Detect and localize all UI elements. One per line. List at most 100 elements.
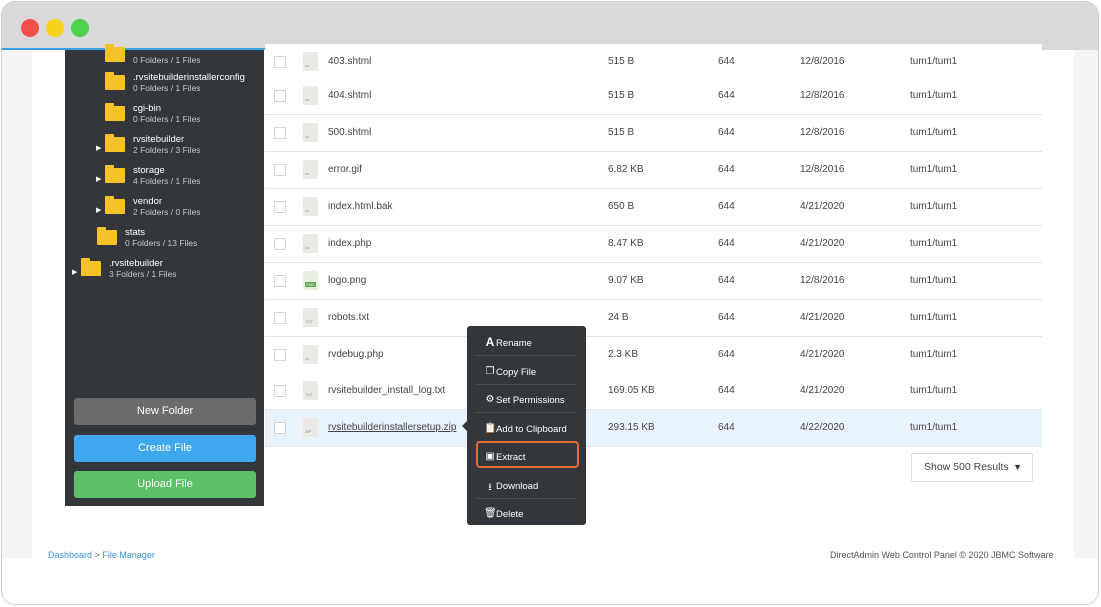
row-checkbox[interactable] xyxy=(274,201,286,213)
folder-tree-item[interactable]: cgi-bin 0 Folders / 1 Files xyxy=(105,103,255,133)
file-permissions: 644 xyxy=(718,385,735,396)
file-name[interactable]: error.gif xyxy=(328,164,362,175)
menu-item-rename[interactable]: A Rename xyxy=(467,328,586,356)
file-owner: tum1/tum1 xyxy=(910,385,958,396)
new-folder-button[interactable]: New Folder xyxy=(74,398,256,425)
expand-arrow-icon[interactable]: ▶ xyxy=(96,144,101,152)
menu-item-label: Add to Clipboard xyxy=(496,424,567,435)
row-checkbox[interactable] xyxy=(274,127,286,139)
row-checkbox[interactable] xyxy=(274,90,286,102)
file-size: 515 B xyxy=(608,56,635,67)
folder-tree-item[interactable]: .rvsitebuilderinstallerconfig 0 Folders … xyxy=(105,72,260,102)
row-checkbox[interactable] xyxy=(274,275,286,287)
folder-icon xyxy=(105,44,125,62)
row-checkbox[interactable] xyxy=(274,349,286,361)
expand-arrow-icon[interactable]: ▶ xyxy=(72,268,77,276)
results-per-page-select[interactable]: Show 500 Results ▼ xyxy=(911,453,1033,482)
file-icon: ••• xyxy=(303,234,318,253)
breadcrumb-separator: > xyxy=(94,550,100,560)
table-row[interactable]: ••• 403.shtml 515 B 644 12/8/2016 tum1/t… xyxy=(265,44,1042,81)
file-owner: tum1/tum1 xyxy=(910,56,958,67)
row-checkbox[interactable] xyxy=(274,238,286,250)
menu-item-label: Download xyxy=(496,481,539,492)
folder-icon xyxy=(105,196,125,214)
table-row-selected[interactable]: ZIP rvsitebuilderinstallersetup.zip 293.… xyxy=(265,410,1042,447)
table-row[interactable]: ••• index.php 8.47 KB 644 4/21/2020 tum1… xyxy=(265,226,1042,263)
file-name[interactable]: 403.shtml xyxy=(328,56,371,67)
expand-arrow-icon[interactable]: ▶ xyxy=(96,206,101,214)
row-checkbox[interactable] xyxy=(274,385,286,397)
table-row[interactable]: ••• 500.shtml 515 B 644 12/8/2016 tum1/t… xyxy=(265,115,1042,152)
file-permissions: 644 xyxy=(718,312,735,323)
text-file-icon: TXT xyxy=(303,381,318,400)
folder-tree-item[interactable]: 0 Folders / 1 Files xyxy=(105,44,255,74)
file-size: 293.15 KB xyxy=(608,422,655,433)
file-name[interactable]: rvdebug.php xyxy=(328,349,384,360)
minimize-window-button[interactable] xyxy=(46,19,64,37)
folder-name: stats xyxy=(125,227,146,238)
file-name[interactable]: index.php xyxy=(328,238,371,249)
file-owner: tum1/tum1 xyxy=(910,201,958,212)
row-checkbox[interactable] xyxy=(274,164,286,176)
folder-meta: 2 Folders / 0 Files xyxy=(133,207,201,217)
folder-meta: 2 Folders / 3 Files xyxy=(133,145,201,155)
copyright-text: DirectAdmin Web Control Panel © 2020 JBM… xyxy=(830,550,1054,560)
clipboard-icon: 📋 xyxy=(484,423,497,434)
file-name[interactable]: 500.shtml xyxy=(328,127,371,138)
file-owner: tum1/tum1 xyxy=(910,127,958,138)
file-icon: ••• xyxy=(303,52,318,71)
menu-divider xyxy=(476,412,577,413)
folder-tree-item[interactable]: ▶ .rvsitebuilder 3 Folders / 1 Files xyxy=(72,258,231,288)
menu-item-add-to-clipboard[interactable]: 📋 Add to Clipboard xyxy=(467,414,586,442)
folder-tree-item[interactable]: stats 0 Folders / 13 Files xyxy=(97,227,247,257)
menu-item-download[interactable]: ⭳ Download xyxy=(467,471,586,499)
file-name[interactable]: 404.shtml xyxy=(328,90,371,101)
folder-tree-item[interactable]: ▶ storage 4 Folders / 1 Files xyxy=(96,165,255,195)
table-row[interactable]: ••• 404.shtml 515 B 644 12/8/2016 tum1/t… xyxy=(265,78,1042,115)
create-file-button[interactable]: Create File xyxy=(74,435,256,462)
file-size: 2.3 KB xyxy=(608,349,639,360)
file-date: 12/8/2016 xyxy=(800,127,845,138)
row-checkbox[interactable] xyxy=(274,422,286,434)
table-row[interactable]: ••• index.html.bak 650 B 644 4/21/2020 t… xyxy=(265,189,1042,226)
expand-arrow-icon[interactable]: ▶ xyxy=(96,175,101,183)
menu-item-delete[interactable]: 🗑 Delete xyxy=(467,499,586,527)
folder-tree-item[interactable]: ▶ vendor 2 Folders / 0 Files xyxy=(96,196,255,226)
copy-icon: ❐ xyxy=(485,366,495,377)
file-date: 4/21/2020 xyxy=(800,385,845,396)
file-name[interactable]: rvsitebuilderinstallersetup.zip xyxy=(328,422,456,433)
file-date: 12/8/2016 xyxy=(800,275,845,286)
folder-tree-item[interactable]: ▶ rvsitebuilder 2 Folders / 3 Files xyxy=(96,134,255,164)
table-row[interactable]: TXT rvsitebuilder_install_log.txt 169.05… xyxy=(265,373,1042,410)
table-row[interactable]: ••• error.gif 6.82 KB 644 12/8/2016 tum1… xyxy=(265,152,1042,189)
folder-meta: 0 Folders / 1 Files xyxy=(133,55,201,65)
upload-file-button[interactable]: Upload File xyxy=(74,471,256,498)
table-row[interactable]: PNG logo.png 9.07 KB 644 12/8/2016 tum1/… xyxy=(265,263,1042,300)
download-icon: ⭳ xyxy=(488,482,492,493)
file-name[interactable]: logo.png xyxy=(328,275,366,286)
close-window-button[interactable] xyxy=(21,19,39,37)
breadcrumb-file-manager-link[interactable]: File Manager xyxy=(102,550,155,560)
folder-meta: 3 Folders / 1 Files xyxy=(109,269,177,279)
file-name[interactable]: index.html.bak xyxy=(328,201,392,212)
file-size: 169.05 KB xyxy=(608,385,655,396)
folder-name: vendor xyxy=(133,196,163,207)
table-row[interactable]: ••• rvdebug.php 2.3 KB 644 4/21/2020 tum… xyxy=(265,337,1042,374)
file-permissions: 644 xyxy=(718,238,735,249)
file-icon: ••• xyxy=(303,345,318,364)
file-permissions: 644 xyxy=(718,56,735,67)
breadcrumb-dashboard-link[interactable]: Dashboard xyxy=(48,550,92,560)
table-row[interactable]: TXT robots.txt 24 B 644 4/21/2020 tum1/t… xyxy=(265,300,1042,337)
browser-window: 0 Folders / 1 Files .rvsitebuilderinstal… xyxy=(1,1,1099,605)
file-name[interactable]: robots.txt xyxy=(328,312,369,323)
row-checkbox[interactable] xyxy=(274,56,286,68)
menu-item-label: Copy File xyxy=(496,367,537,378)
row-checkbox[interactable] xyxy=(274,312,286,324)
file-size: 515 B xyxy=(608,127,635,138)
folder-icon xyxy=(105,72,125,90)
menu-item-set-permissions[interactable]: ⚙ Set Permissions xyxy=(467,385,586,413)
menu-item-copy-file[interactable]: ❐ Copy File xyxy=(467,357,586,385)
file-name[interactable]: rvsitebuilder_install_log.txt xyxy=(328,385,445,396)
text-file-icon: TXT xyxy=(303,308,318,327)
maximize-window-button[interactable] xyxy=(71,19,89,37)
